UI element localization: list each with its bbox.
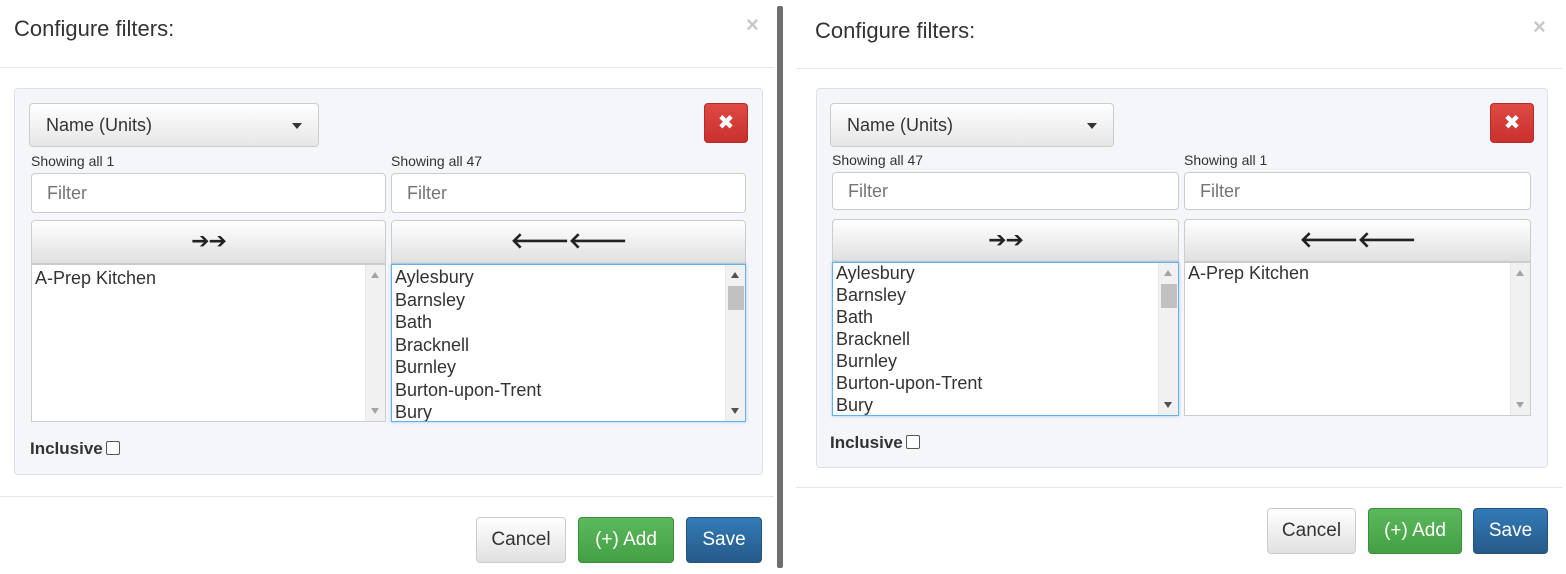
- scroll-down-icon[interactable]: [1516, 402, 1524, 408]
- inclusive-option: Inclusive: [830, 433, 920, 453]
- remove-x-icon: ✖: [717, 112, 735, 134]
- double-arrow-right-icon: ➔➔: [191, 228, 227, 253]
- screenshot-divider: [777, 6, 783, 568]
- list-item[interactable]: Burton-upon-Trent: [836, 372, 982, 394]
- filter-input[interactable]: [391, 173, 746, 213]
- scroll-down-icon[interactable]: [1164, 402, 1172, 408]
- chevron-down-icon: [1087, 123, 1097, 129]
- remove-filter-button[interactable]: ✖: [704, 103, 748, 143]
- remove-x-icon: ✖: [1503, 112, 1521, 134]
- list-item[interactable]: Bath: [836, 306, 982, 328]
- close-icon[interactable]: ×: [1533, 16, 1546, 38]
- list-item[interactable]: Burnley: [836, 350, 982, 372]
- list-item[interactable]: Bracknell: [836, 328, 982, 350]
- move-all-left-button[interactable]: 🡐🡐: [391, 220, 746, 264]
- options-listbox[interactable]: Aylesbury Barnsley Bath Bracknell Burnle…: [832, 262, 1179, 416]
- filter-dialog-right: Configure filters: × Name (Units) ✖ Show…: [796, 0, 1566, 574]
- list-item[interactable]: A-Prep Kitchen: [1188, 263, 1309, 284]
- move-all-left-button[interactable]: 🡐🡐: [1184, 219, 1531, 262]
- scroll-down-icon[interactable]: [371, 408, 379, 414]
- filter-input[interactable]: [832, 172, 1179, 210]
- list-item[interactable]: Barnsley: [395, 289, 541, 312]
- showing-count: Showing all 47: [391, 153, 483, 169]
- field-select-dropdown[interactable]: Name (Units): [29, 103, 319, 147]
- scroll-thumb[interactable]: [728, 286, 744, 310]
- inclusive-option: Inclusive: [30, 439, 120, 459]
- scrollbar[interactable]: [725, 265, 745, 421]
- filter-dialog-left: Configure filters: × Name (Units) ✖ Show…: [0, 0, 774, 574]
- available-column: Showing all 47 ➔➔ Aylesbury Barnsley Bat…: [832, 152, 1179, 422]
- selected-column: Showing all 47 🡐🡐 Aylesbury Barnsley Bat…: [391, 153, 746, 425]
- double-arrow-right-icon: ➔➔: [988, 227, 1024, 252]
- list-item[interactable]: Bracknell: [395, 334, 541, 357]
- scroll-up-icon[interactable]: [1516, 270, 1524, 276]
- list-item[interactable]: Aylesbury: [836, 263, 982, 284]
- header-divider: [796, 68, 1562, 69]
- list-item[interactable]: Bury: [395, 401, 541, 421]
- dialog-title: Configure filters:: [14, 16, 175, 41]
- list-item[interactable]: Burton-upon-Trent: [395, 379, 541, 402]
- field-select-value: Name (Units): [46, 115, 153, 135]
- filter-input[interactable]: [31, 173, 386, 213]
- selected-column: Showing all 1 🡐🡐 A-Prep Kitchen: [1184, 152, 1531, 422]
- remove-filter-button[interactable]: ✖: [1490, 103, 1534, 143]
- scrollbar[interactable]: [1158, 263, 1178, 415]
- options-listbox[interactable]: A-Prep Kitchen: [1184, 262, 1531, 416]
- cancel-button[interactable]: Cancel: [1267, 508, 1356, 554]
- save-button[interactable]: Save: [1473, 508, 1548, 554]
- list-item[interactable]: Barnsley: [836, 284, 982, 306]
- options-listbox[interactable]: Aylesbury Barnsley Bath Bracknell Burnle…: [391, 264, 746, 422]
- inclusive-checkbox[interactable]: [905, 435, 920, 449]
- options-listbox[interactable]: A-Prep Kitchen: [31, 264, 386, 422]
- list-item[interactable]: Bath: [395, 311, 541, 334]
- scrollbar[interactable]: [1510, 263, 1530, 415]
- list-item[interactable]: Bury: [836, 394, 982, 415]
- list-item[interactable]: A-Prep Kitchen: [35, 267, 156, 290]
- header-divider: [0, 67, 774, 68]
- chevron-down-icon: [292, 123, 302, 129]
- scroll-up-icon[interactable]: [371, 272, 379, 278]
- scrollbar[interactable]: [365, 265, 385, 421]
- scroll-down-icon[interactable]: [731, 408, 739, 414]
- footer-divider: [796, 487, 1562, 488]
- filter-input[interactable]: [1184, 172, 1531, 210]
- add-filter-button[interactable]: (+) Add: [578, 517, 674, 563]
- showing-count: Showing all 47: [832, 152, 924, 168]
- move-all-right-button[interactable]: ➔➔: [31, 220, 386, 264]
- double-arrow-left-icon: 🡐🡐: [1299, 227, 1417, 252]
- showing-count: Showing all 1: [31, 153, 115, 169]
- double-arrow-left-icon: 🡐🡐: [510, 228, 628, 253]
- scroll-up-icon[interactable]: [731, 272, 739, 278]
- move-all-right-button[interactable]: ➔➔: [832, 219, 1179, 262]
- field-select-dropdown[interactable]: Name (Units): [830, 103, 1114, 147]
- list-item[interactable]: Burnley: [395, 356, 541, 379]
- close-icon[interactable]: ×: [746, 14, 759, 36]
- inclusive-checkbox[interactable]: [105, 441, 120, 455]
- inclusive-label: Inclusive: [830, 433, 903, 452]
- available-column: Showing all 1 ➔➔ A-Prep Kitchen: [31, 153, 386, 425]
- dialog-title: Configure filters:: [815, 18, 976, 43]
- save-button[interactable]: Save: [686, 517, 762, 563]
- footer-divider: [0, 496, 774, 497]
- list-item[interactable]: Aylesbury: [395, 266, 541, 289]
- scroll-thumb[interactable]: [1161, 284, 1177, 308]
- add-filter-button[interactable]: (+) Add: [1368, 508, 1462, 554]
- scroll-up-icon[interactable]: [1164, 270, 1172, 276]
- field-select-value: Name (Units): [847, 115, 954, 135]
- filter-panel: Name (Units) ✖ Showing all 1 ➔➔ A-Prep K…: [14, 88, 763, 475]
- filter-panel: Name (Units) ✖ Showing all 47 ➔➔ Aylesbu…: [816, 88, 1548, 468]
- cancel-button[interactable]: Cancel: [476, 517, 566, 563]
- showing-count: Showing all 1: [1184, 152, 1268, 168]
- inclusive-label: Inclusive: [30, 439, 103, 458]
